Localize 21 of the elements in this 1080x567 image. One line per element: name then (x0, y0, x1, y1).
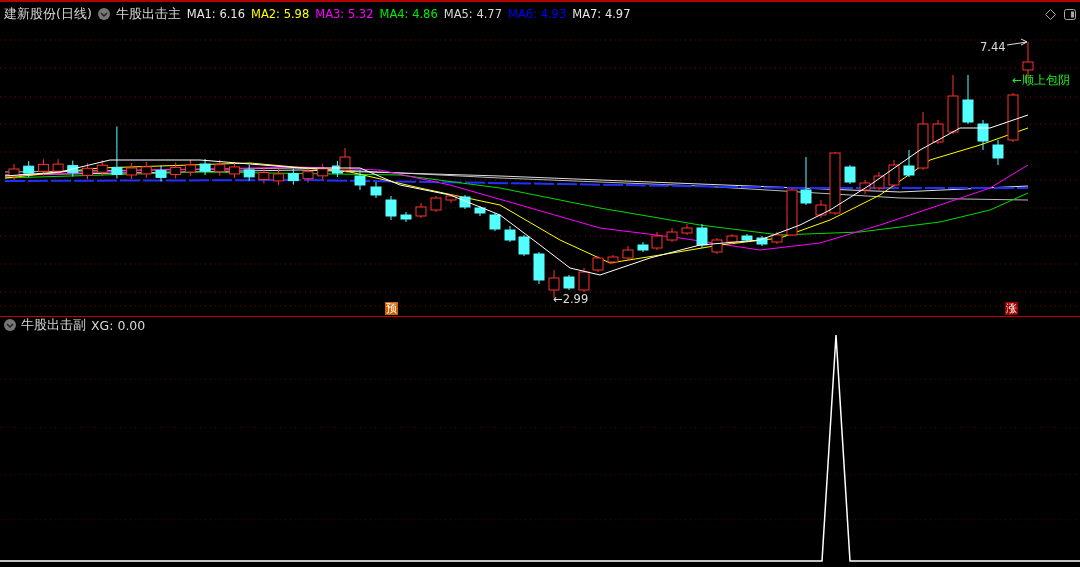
indicator-name: 牛股出击主 (115, 5, 181, 23)
signal-label: ←顺上包阴 (1012, 73, 1070, 88)
moving-average-value: MA4: 4.86 (379, 7, 438, 21)
panel-toggle-icon[interactable] (1064, 8, 1076, 20)
moving-average-value: MA3: 5.32 (315, 7, 374, 21)
signal-marker: 预 (385, 302, 398, 315)
chevron-down-icon[interactable] (4, 319, 16, 331)
moving-average-value: MA1: 6.16 (186, 7, 245, 21)
stock-title: 建新股份(日线) (4, 5, 92, 23)
high-price-label: 7.44 (980, 40, 1006, 54)
moving-average-value: MA6: 4.93 (508, 7, 567, 21)
moving-average-value: MA7: 4.97 (572, 7, 631, 21)
indicator-reading: XG: 0.00 (91, 317, 146, 333)
indicator-name: 牛股出击副 (21, 316, 86, 334)
low-price-label: ←2.99 (553, 292, 589, 306)
arrow-icon (1006, 38, 1028, 46)
diamond-icon[interactable] (1045, 8, 1056, 20)
chevron-down-icon[interactable] (97, 8, 110, 20)
moving-average-value: MA2: 5.98 (251, 7, 310, 21)
signal-marker: 涨 (1005, 302, 1018, 315)
moving-average-value: MA5: 4.77 (443, 7, 502, 21)
